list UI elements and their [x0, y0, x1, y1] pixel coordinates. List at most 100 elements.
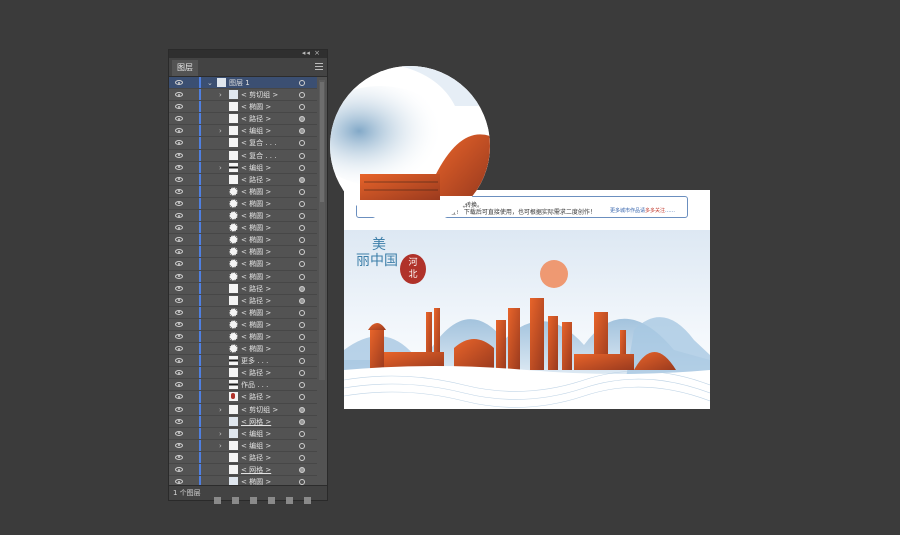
visibility-eye-icon[interactable] — [175, 430, 183, 436]
target-circle-icon[interactable] — [299, 333, 305, 340]
layer-name[interactable]: < 路径 > — [241, 452, 271, 464]
layer-row[interactable]: › < 编组 > — [169, 125, 317, 138]
layer-name[interactable]: < 路径 > — [241, 391, 271, 403]
layer-row[interactable]: < 路径 > — [169, 367, 317, 380]
layer-name[interactable]: < 椭圆 > — [241, 307, 271, 319]
layer-name[interactable]: < 椭圆 > — [241, 343, 271, 355]
layer-name[interactable]: < 椭圆 > — [241, 210, 271, 222]
target-circle-icon[interactable] — [299, 80, 305, 86]
layer-row[interactable]: < 复合 . . . — [169, 137, 317, 150]
layer-row[interactable]: < 椭圆 > — [169, 101, 317, 114]
layer-row[interactable]: < 椭圆 > — [169, 234, 317, 247]
layer-row[interactable]: < 椭圆 > — [169, 330, 317, 344]
layer-row[interactable]: › < 剪切组 > — [169, 403, 317, 416]
visibility-eye-icon[interactable] — [175, 261, 183, 267]
layer-name[interactable]: < 椭圆 > — [241, 258, 271, 270]
layer-name[interactable]: < 路径 > — [241, 283, 271, 295]
layer-name[interactable]: < 编组 > — [241, 428, 271, 440]
target-circle-icon[interactable] — [299, 406, 305, 413]
visibility-eye-icon[interactable] — [175, 358, 183, 364]
collapsed-chevron-icon[interactable]: › — [219, 440, 222, 452]
layer-row[interactable]: < 网格 > — [169, 464, 317, 477]
layer-name[interactable]: < 椭圆 > — [241, 271, 271, 283]
target-circle-icon[interactable] — [299, 394, 305, 401]
layer-name[interactable]: < 编组 > — [241, 125, 271, 137]
visibility-eye-icon[interactable] — [175, 479, 183, 485]
layer-row[interactable]: < 路径 > — [169, 113, 317, 126]
search-icon[interactable] — [213, 497, 221, 504]
layer-name[interactable]: < 剪切组 > — [241, 89, 278, 101]
visibility-eye-icon[interactable] — [175, 382, 183, 388]
target-circle-icon[interactable] — [299, 346, 305, 353]
layer-row[interactable]: < 复合 . . . — [169, 149, 317, 162]
visibility-eye-icon[interactable] — [175, 273, 183, 279]
collapse-icon[interactable]: ◂◂ × — [302, 49, 321, 57]
visibility-eye-icon[interactable] — [175, 321, 183, 327]
visibility-eye-icon[interactable] — [175, 285, 183, 291]
target-circle-icon[interactable] — [299, 213, 305, 220]
panel-titlebar[interactable]: ◂◂ × — [169, 49, 327, 58]
target-circle-icon[interactable] — [299, 285, 305, 292]
layer-name[interactable]: 作品 . . . — [241, 379, 268, 391]
visibility-eye-icon[interactable] — [175, 152, 183, 158]
panel-menu-icon[interactable] — [315, 62, 323, 70]
layer-row[interactable]: < 椭圆 > — [169, 246, 317, 259]
layer-row[interactable]: < 椭圆 > — [169, 270, 317, 283]
layer-name[interactable]: 更多 . . . — [241, 355, 268, 367]
layer-name[interactable]: 图层 1 — [229, 77, 250, 89]
visibility-eye-icon[interactable] — [175, 104, 183, 110]
target-circle-icon[interactable] — [299, 140, 305, 147]
visibility-eye-icon[interactable] — [175, 188, 183, 194]
visibility-eye-icon[interactable] — [175, 370, 183, 376]
layer-name[interactable]: < 椭圆 > — [241, 186, 271, 198]
visibility-eye-icon[interactable] — [175, 346, 183, 352]
locate-object-icon[interactable] — [231, 497, 239, 504]
target-circle-icon[interactable] — [299, 128, 305, 135]
target-circle-icon[interactable] — [299, 467, 305, 473]
layer-name[interactable]: < 椭圆 > — [241, 222, 271, 234]
target-circle-icon[interactable] — [299, 249, 305, 256]
layer-row[interactable]: 作品 . . . — [169, 379, 317, 392]
layer-row[interactable]: < 椭圆 > — [169, 318, 317, 331]
layer-name[interactable]: < 椭圆 > — [241, 246, 271, 258]
visibility-eye-icon[interactable] — [175, 225, 183, 231]
new-layer-icon[interactable] — [285, 497, 293, 504]
layer-name[interactable]: < 复合 . . . — [241, 137, 276, 149]
visibility-eye-icon[interactable] — [175, 80, 183, 85]
layer-row[interactable]: < 路径 > — [169, 173, 317, 186]
visibility-eye-icon[interactable] — [175, 406, 183, 412]
layer-row[interactable]: < 椭圆 > — [169, 222, 317, 235]
target-circle-icon[interactable] — [299, 297, 305, 304]
target-circle-icon[interactable] — [299, 104, 305, 111]
layer-name[interactable]: < 剪切组 > — [241, 404, 278, 416]
layer-row[interactable]: ⌄ 图层 1 — [169, 77, 317, 90]
visibility-eye-icon[interactable] — [175, 237, 183, 243]
scrollbar[interactable] — [319, 80, 325, 380]
layer-name[interactable]: < 编组 > — [241, 440, 271, 452]
target-circle-icon[interactable] — [299, 442, 305, 449]
target-circle-icon[interactable] — [299, 273, 305, 280]
visibility-eye-icon[interactable] — [175, 200, 183, 206]
collapsed-chevron-icon[interactable]: › — [219, 125, 222, 137]
visibility-eye-icon[interactable] — [175, 333, 183, 339]
visibility-eye-icon[interactable] — [175, 92, 183, 98]
visibility-eye-icon[interactable] — [175, 140, 183, 146]
layer-row[interactable]: < 路径 > — [169, 451, 317, 464]
target-circle-icon[interactable] — [299, 164, 305, 171]
layer-name[interactable]: < 路径 > — [241, 295, 271, 307]
collapsed-chevron-icon[interactable]: › — [219, 162, 222, 174]
scrollbar-thumb[interactable] — [320, 82, 324, 202]
layer-row[interactable]: < 路径 > — [169, 391, 317, 404]
layer-row[interactable]: › < 编组 > — [169, 439, 317, 452]
visibility-eye-icon[interactable] — [175, 309, 183, 315]
collapsed-chevron-icon[interactable]: › — [219, 428, 222, 440]
layer-name[interactable]: < 路径 > — [241, 367, 271, 379]
layer-row[interactable]: › < 编组 > — [169, 161, 317, 174]
visibility-eye-icon[interactable] — [175, 213, 183, 219]
target-circle-icon[interactable] — [299, 358, 305, 365]
layer-row[interactable]: < 椭圆 > — [169, 306, 317, 319]
layer-row[interactable]: › < 剪切组 > — [169, 89, 317, 102]
target-circle-icon[interactable] — [299, 430, 305, 437]
target-circle-icon[interactable] — [299, 200, 305, 207]
layer-name[interactable]: < 椭圆 > — [241, 101, 271, 113]
